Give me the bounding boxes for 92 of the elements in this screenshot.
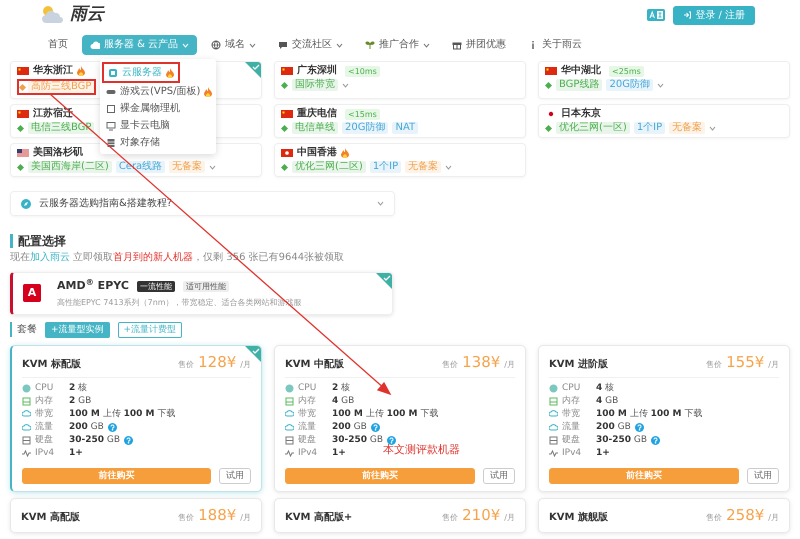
plan-name: KVM 高配版 [21,510,80,524]
region-name: 美国洛杉矶 [33,147,83,159]
spec-label: 内存 [562,394,581,408]
tag: 美国西海岸(二区) [28,161,112,173]
price-unit: /月 [504,358,515,370]
tag: 优化三网(二区) [292,161,366,173]
spec-value: 2 核 [332,382,350,394]
spec-value: 4 GB [596,394,618,408]
spec-label: IPv4 [298,446,318,460]
latency-tag: <10ms [345,66,380,76]
latency-tag: <25ms [609,66,644,76]
logo-text: 雨云 [70,3,104,26]
region-name: 重庆电信 [297,108,337,120]
tag: BGP线路 [556,79,602,91]
spec-value: 1+ [69,446,83,460]
region-name: 中国香港 [297,147,337,159]
price-label: 售价 [442,512,458,524]
region-name: 华中湖北 [561,65,601,77]
spec-label: 流量 [298,420,317,434]
tag: NAT [392,122,418,134]
spec-label: 内存 [298,394,317,408]
cpu-tag: 一流性能 [136,280,175,292]
price: 155¥ [726,352,764,370]
price: 210¥ [462,506,500,524]
spec-value: 30-250 GB [69,434,120,446]
tag: 1个IP [634,122,666,134]
price-unit: /月 [768,358,779,370]
spec-label: CPU [562,382,582,394]
spec-label: 带宽 [298,408,317,420]
price-label: 售价 [442,358,458,370]
region-name: 华东浙江 [33,65,73,77]
spec-value: 1+ [332,446,346,460]
tag: 国际带宽 [292,79,338,91]
cpu-tag: 适可用性能 [182,280,229,292]
annotation-text: 本文测评款机器 [383,442,460,458]
price-unit: /月 [240,358,251,370]
spec-label: IPv4 [562,446,582,460]
price-unit: /月 [504,512,515,524]
spec-label: 流量 [562,420,581,434]
package-label: 套餐 [10,322,37,337]
spec-label: IPv4 [35,446,56,460]
tag: 20G防御 [342,122,388,134]
spec-value: 1+ [596,446,610,460]
spec-label: 硬盘 [35,434,54,446]
price-label: 售价 [706,512,722,524]
spec-label: 带宽 [35,408,54,420]
spec-label: 内存 [35,394,54,408]
spec-value: 100 M 上传 100 M 下载 [596,408,702,420]
tag: 1个IP [370,161,402,173]
latency-tag: <15ms [345,108,380,120]
tag: 高防三线BGP [28,81,94,93]
spec-label: 流量 [35,420,54,434]
tag: 无备案 [669,122,706,134]
spec-value: 2 核 [69,382,88,394]
region-name: 日本东京 [561,108,601,120]
price: 188¥ [198,506,236,524]
price-unit: /月 [768,512,779,524]
price: 258¥ [726,506,764,524]
tag: 优化三网(一区) [556,122,630,134]
spec-value: 4 GB [332,394,354,408]
spec-value: 2 GB [69,394,92,408]
price: 138¥ [462,352,500,370]
plan-name: KVM 旗舰版 [549,510,608,524]
spec-label: CPU [298,382,318,394]
spec-value: 100 M 上传 100 M 下载 [332,408,438,420]
plan-name: KVM 中配版 [285,358,344,372]
tag: 无备案 [405,161,442,173]
spec-value: 200 GB [332,420,367,434]
spec-value: 30-250 GB [332,434,384,444]
spec-label: 硬盘 [562,434,581,446]
tag: 无备案 [169,161,206,173]
price-label: 售价 [178,512,194,524]
plan-name: KVM 高配版+ [285,510,352,524]
spec-value: 4 核 [596,382,614,394]
price-label: 售价 [706,358,722,370]
cpu-name: AMD$^{®}$ EPYC [57,278,129,294]
spec-value: 200 GB [69,420,104,434]
price-label: 售价 [178,358,194,370]
spec-label: CPU [35,382,54,394]
region-name: 广东深圳 [297,65,337,77]
price-unit: /月 [240,512,251,524]
tag: 20G防御 [606,79,653,91]
price: 128¥ [198,352,236,370]
cpu-logo: A [23,284,41,302]
spec-label: 带宽 [562,408,581,420]
plan-name: KVM 标配版 [22,358,81,372]
spec-label: 硬盘 [298,434,317,446]
spec-value: 100 M 上传 100 M 下载 [69,408,176,420]
tag: 电信单线 [292,122,338,134]
plan-name: KVM 进阶版 [549,358,608,372]
spec-value: 30-250 GB [596,434,648,446]
spec-value: 200 GB [596,420,631,434]
